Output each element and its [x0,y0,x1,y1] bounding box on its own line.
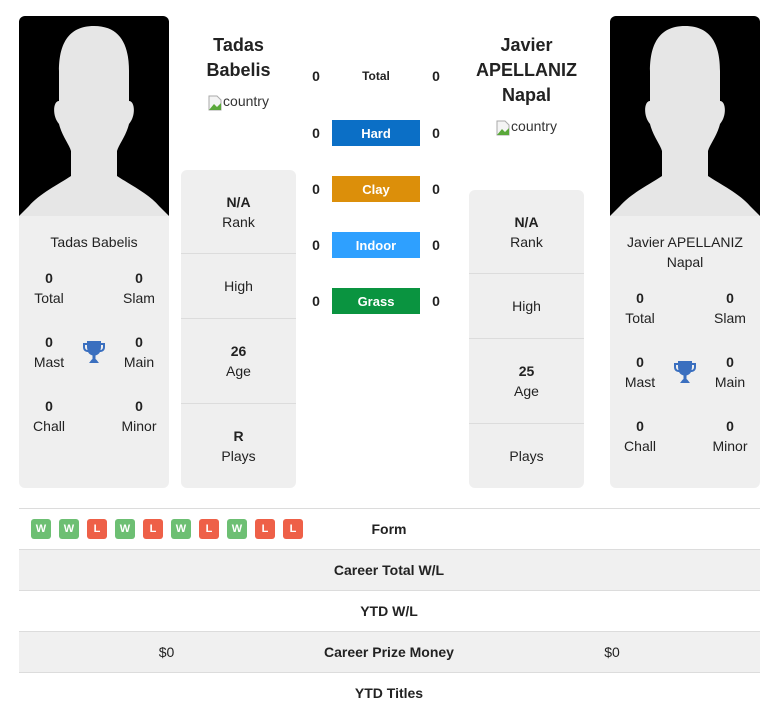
player1-card-name: Tadas Babelis [50,234,138,250]
p2-grass-count: 0 [432,293,440,309]
surface-row-indoor: 0 Indoor 0 [300,232,460,258]
player1-stats: N/A Rank High 26 Age R Plays [181,170,296,488]
ytd-titles-label: YTD Titles [354,685,424,701]
career-prize-money-label: Career Prize Money [324,644,454,660]
player1-titles-grid: 0 Total 0 Slam 0 Mast 0 Main 0 Chall 0 Minor [19,268,169,436]
player1-card: Tadas Babelis 0 Total 0 Slam 0 Mast 0 Main 0… [19,16,169,488]
ytd-wl-label: YTD W/L [360,603,418,619]
p1-hard-count: 0 [312,125,320,141]
p2-indoor-count: 0 [432,237,440,253]
player2-age: 25 Age [469,339,584,424]
surface-row-grass: 0 Grass 0 [300,288,460,314]
form-badge-loss[interactable]: L [143,519,163,539]
surface-row-clay: 0 Clay 0 [300,176,460,202]
player2-chall-titles: 0 Chall [624,418,656,454]
player2-slam-titles: 0 Slam [714,290,746,326]
silhouette-icon [19,26,169,216]
player2-total-titles: 0 Total [625,290,655,326]
player2-country-alt: country [511,118,557,134]
player1-total-titles: 0 Total [34,270,64,306]
player1-first-name[interactable]: Tadas [181,33,296,58]
player2-stats: N/A Rank High 25 Age Plays [469,190,584,488]
player1-minor-titles: 0 Minor [121,398,157,434]
player2-photo [610,16,760,216]
player1-plays: R Plays [221,428,256,464]
p1-clay-count: 0 [312,181,320,197]
ytd-titles-row: YTD Titles [19,672,760,713]
form-badge-win[interactable]: W [115,519,135,539]
form-label: Form [371,521,407,537]
player1-high: High [181,254,296,319]
trophy-icon [670,352,700,392]
player1-rank: N/A Rank [181,170,296,254]
player2-rank: N/A Rank [469,190,584,274]
form-badge-win[interactable]: W [227,519,247,539]
player2-prize-money: $0 [604,644,620,660]
form-badge-loss[interactable]: L [283,519,303,539]
player1-country-alt: country [223,93,269,109]
player2-main-titles: 0 Main [714,354,746,390]
form-badge-win[interactable]: W [59,519,79,539]
player2-card-name-line1: Javier APELLANIZ [627,234,743,250]
form-badge-win[interactable]: W [31,519,51,539]
career-prize-money-row: $0 Career Prize Money $0 [19,631,760,672]
player2-title: Javier APELLANIZ Napal country [469,33,584,139]
surface-row-hard: 0 Hard 0 [300,120,460,146]
surface-label-hard: Hard [332,120,420,146]
p1-grass-count: 0 [312,293,320,309]
surface-label-indoor: Indoor [332,232,420,258]
player1-form: WWLWLWLWLL [19,519,314,539]
p1-indoor-count: 0 [312,237,320,253]
trophy-icon [79,332,109,372]
player2-card-name-line2: Napal [666,254,704,270]
player2-plays: Plays [509,448,544,464]
career-total-wl-label: Career Total W/L [333,562,445,578]
form-badge-loss[interactable]: L [255,519,275,539]
silhouette-icon [610,26,760,216]
player1-slam-titles: 0 Slam [123,270,155,306]
form-badge-loss[interactable]: L [87,519,107,539]
player1-chall-titles: 0 Chall [33,398,65,434]
player2-minor-titles: 0 Minor [712,418,748,454]
player2-card: Javier APELLANIZ Napal 0 Total 0 Slam 0 Mas… [610,16,760,488]
form-row: WWLWLWLWLL Form [19,508,760,549]
surface-row-total: 0 Total 0 [300,63,460,89]
ytd-wl-row: YTD W/L [19,590,760,631]
player1-prize-money: $0 [158,644,175,660]
player2-country: country [469,114,584,139]
player2-titles-grid: 0 Total 0 Slam 0 Mast 0 Main 0 Chall 0 Minor [610,288,760,456]
player1-last-name[interactable]: Babelis [181,58,296,83]
player2-first-name[interactable]: Javier [469,33,584,58]
surface-label-grass: Grass [332,288,420,314]
p2-total-count: 0 [432,68,440,84]
surface-label-total: Total [362,69,390,83]
player1-main-titles: 0 Main [123,334,155,370]
player2-last-name[interactable]: Napal [469,83,584,108]
player2-high: High [469,274,584,339]
p2-hard-count: 0 [432,125,440,141]
player1-country: country [181,89,296,114]
player1-age: 26 Age [181,319,296,404]
form-badge-win[interactable]: W [171,519,191,539]
player1-title: Tadas Babelis country [181,33,296,114]
player1-photo [19,16,169,216]
surface-label-clay: Clay [332,176,420,202]
player1-mast-titles: 0 Mast [33,334,65,370]
comparison-table: WWLWLWLWLL Form Career Total W/L YTD W/L… [19,508,760,713]
broken-image-icon [496,119,510,135]
p2-clay-count: 0 [432,181,440,197]
player2-middle-name[interactable]: APELLANIZ [469,58,584,83]
broken-image-icon [208,94,222,110]
career-total-wl-row: Career Total W/L [19,549,760,590]
p1-total-count: 0 [312,68,320,84]
form-badge-loss[interactable]: L [199,519,219,539]
player2-mast-titles: 0 Mast [624,354,656,390]
